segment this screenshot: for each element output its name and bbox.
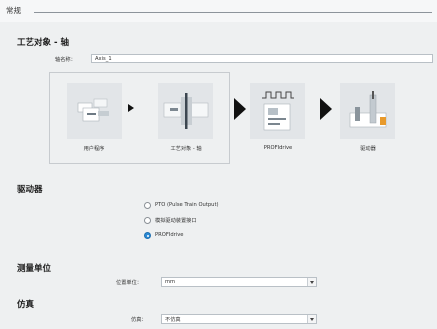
simulation-value: 不仿真 [165,317,181,323]
drive-stage [340,83,395,139]
radio-pto[interactable] [144,202,151,209]
radio-pto-label[interactable]: PTO (Pulse Train Output) [155,202,219,208]
flow-arrow-1 [128,104,134,112]
simulation-select[interactable]: 不仿真 [161,314,317,324]
radio-profidrive[interactable] [144,232,151,239]
axis-name-input[interactable]: Axis_1 [91,54,433,63]
user-program-stage [67,83,122,139]
profidrive-stage [250,83,305,139]
technology-object-label: 工艺对象 - 轴 [170,146,202,152]
radio-analog-interface-label[interactable]: 模拟驱动装置接口 [155,217,197,224]
user-program-label: 用户程序 [83,146,105,152]
simulation-label: 仿真： [131,317,147,323]
radio-analog-interface[interactable] [144,217,151,224]
chevron-down-icon[interactable] [307,315,316,323]
technology-object-axis-icon [163,93,209,129]
chevron-down-icon[interactable] [307,278,316,286]
position-unit-select[interactable]: mm [161,277,317,287]
user-program-icon [77,98,109,122]
profidrive-label: PROFIdrive [263,145,293,151]
simulation-heading: 仿真 [17,300,35,310]
drive-icon [349,91,387,128]
flow-arrow-3 [320,98,332,120]
section-header: 常规 [0,0,437,22]
profidrive-icon [262,91,294,131]
position-unit-label: 位置单位： [116,280,142,286]
drive-label: 驱动器 [360,146,376,152]
units-heading: 测量单位 [17,264,52,274]
tech-object-heading: 工艺对象 - 轴 [17,38,69,48]
drive-heading: 驱动器 [17,185,43,195]
section-title: 常规 [6,6,21,15]
radio-profidrive-label[interactable]: PROFIdrive [155,232,183,238]
axis-name-label: 轴名称： [55,57,76,63]
technology-object-stage [158,83,213,139]
position-unit-value: mm [165,279,176,285]
section-divider [34,12,432,13]
flow-arrow-2 [234,98,246,120]
